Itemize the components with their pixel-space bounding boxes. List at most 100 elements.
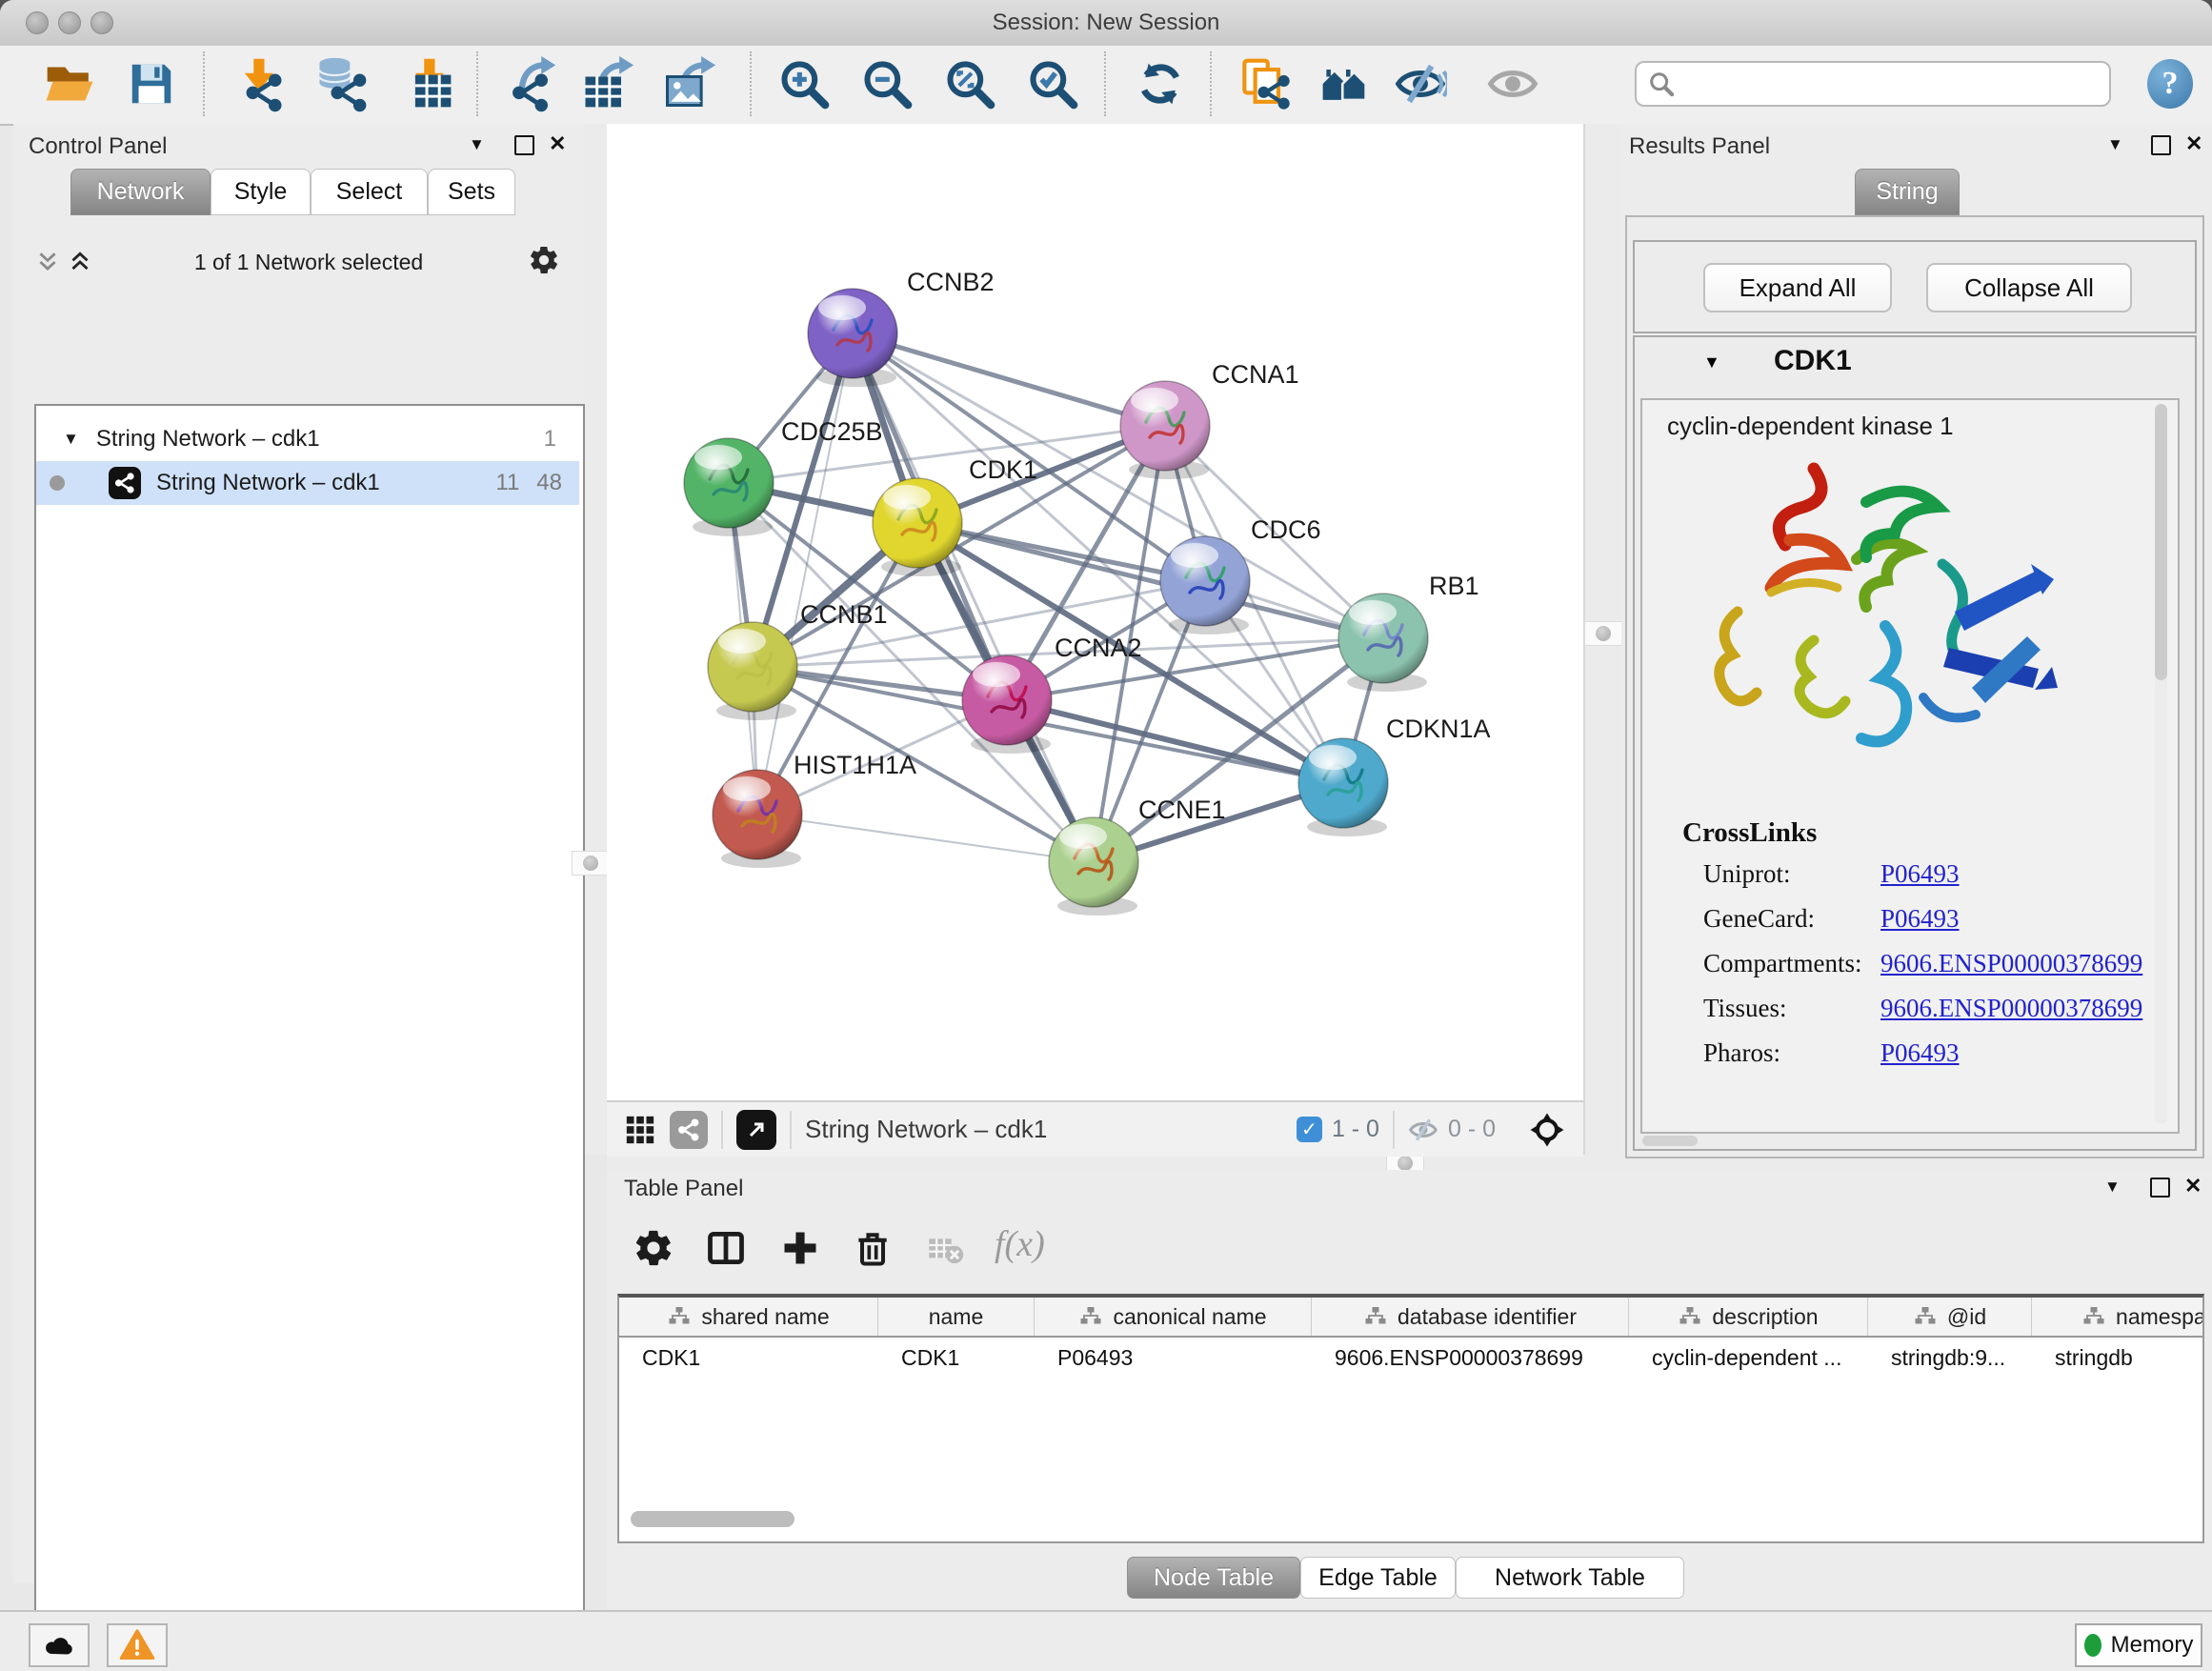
expand-all-button[interactable]: Expand All bbox=[1703, 263, 1892, 312]
scrollbar-thumb[interactable] bbox=[2155, 404, 2167, 680]
column-header-description[interactable]: description bbox=[1629, 1298, 1868, 1336]
network-node-CCNB1[interactable] bbox=[708, 622, 797, 720]
table-cell[interactable]: P06493 bbox=[1035, 1338, 1312, 1378]
zoom-out-button[interactable] bbox=[856, 53, 917, 114]
table-cell[interactable]: 9606.ENSP00000378699 bbox=[1312, 1338, 1629, 1378]
tab-network[interactable]: Network bbox=[70, 169, 211, 215]
table-panel-menu-icon[interactable]: ▼ bbox=[2104, 1178, 2121, 1197]
table-cell[interactable]: CDK1 bbox=[878, 1338, 1035, 1378]
network-badge-icon[interactable] bbox=[670, 1111, 708, 1149]
open-session-button[interactable] bbox=[39, 53, 100, 114]
table-cell[interactable]: cyclin-dependent ... bbox=[1629, 1338, 1868, 1378]
results-horizontal-scrollbar-thumb[interactable] bbox=[1642, 1136, 1698, 1146]
left-splitter-handle[interactable] bbox=[572, 851, 610, 876]
table-cell[interactable]: CDK1 bbox=[619, 1338, 878, 1378]
zoom-fit-button[interactable] bbox=[939, 53, 1000, 114]
import-network-file-button[interactable] bbox=[227, 53, 288, 114]
network-node-RB1[interactable] bbox=[1338, 594, 1428, 692]
control-panel-menu-icon[interactable]: ▼ bbox=[469, 135, 485, 154]
hide-selected-button[interactable] bbox=[1390, 53, 1451, 114]
warnings-button[interactable] bbox=[107, 1623, 168, 1667]
network-edge-CCNB2-CCNE1[interactable] bbox=[853, 333, 1094, 862]
birdseye-crosshair-icon[interactable] bbox=[1528, 1111, 1566, 1149]
network-edge-CCNB2-HIST1H1A[interactable] bbox=[757, 333, 853, 815]
zoom-in-button[interactable] bbox=[774, 53, 835, 114]
expand-all-chevrons-icon[interactable] bbox=[67, 250, 93, 274]
duplicate-network-button[interactable] bbox=[1234, 53, 1295, 114]
column-header-namespace[interactable]: namespace bbox=[2032, 1298, 2204, 1336]
collapse-all-button[interactable]: Collapse All bbox=[1926, 263, 2132, 312]
network-canvas[interactable]: CCNB2CCNA1CDC25BCDK1CDC6RB1CCNB1CCNA2CDK… bbox=[607, 124, 1583, 1100]
network-edge-CCNB2-CCNA1[interactable] bbox=[853, 333, 1165, 426]
crosslink-link[interactable]: P06493 bbox=[1880, 1038, 1960, 1068]
tab-select[interactable]: Select bbox=[311, 169, 428, 215]
network-options-gear-icon[interactable] bbox=[528, 244, 560, 276]
function-builder-icon[interactable]: f(x) bbox=[995, 1223, 1045, 1265]
network-node-CDK1[interactable] bbox=[873, 478, 962, 576]
table-row[interactable]: CDK1CDK1P064939606.ENSP00000378699cyclin… bbox=[619, 1338, 2202, 1378]
network-view[interactable]: CCNB2CCNA1CDC25BCDK1CDC6RB1CCNB1CCNA2CDK… bbox=[607, 124, 1583, 1100]
delete-table-icon[interactable] bbox=[926, 1231, 964, 1269]
collection-expand-triangle-icon[interactable]: ▼ bbox=[63, 430, 79, 449]
column-header-shared-name[interactable]: shared name bbox=[619, 1298, 878, 1336]
results-tab-string[interactable]: String bbox=[1855, 169, 1960, 215]
network-node-CDC6[interactable] bbox=[1160, 536, 1250, 634]
gene-collapse-triangle-icon[interactable]: ▼ bbox=[1703, 352, 1720, 372]
tab-network-table[interactable]: Network Table bbox=[1456, 1557, 1684, 1599]
collapse-all-chevrons-icon[interactable] bbox=[34, 250, 61, 274]
zoom-selected-button[interactable] bbox=[1022, 53, 1083, 114]
export-table-button[interactable] bbox=[576, 53, 637, 114]
network-node-HIST1H1A[interactable] bbox=[713, 770, 802, 868]
right-splitter-handle[interactable] bbox=[1584, 621, 1622, 646]
table-cell[interactable]: stringdb bbox=[2032, 1338, 2204, 1378]
control-panel-float-icon[interactable] bbox=[514, 135, 534, 155]
table-options-gear-icon[interactable] bbox=[633, 1227, 674, 1269]
add-column-plus-icon[interactable] bbox=[779, 1227, 821, 1269]
table-panel-close-icon[interactable]: ✕ bbox=[2184, 1174, 2202, 1198]
search-input[interactable] bbox=[1635, 61, 2111, 107]
column-header-name[interactable]: name bbox=[878, 1298, 1035, 1336]
control-panel-close-icon[interactable]: ✕ bbox=[549, 131, 566, 156]
selected-checkbox-icon[interactable]: ✓ bbox=[1297, 1117, 1322, 1142]
network-node-CCNE1[interactable] bbox=[1049, 817, 1138, 916]
network-node-CCNA1[interactable] bbox=[1120, 381, 1210, 479]
column-header-canonical-name[interactable]: canonical name bbox=[1035, 1298, 1312, 1336]
node-table[interactable]: shared namenamecanonical namedatabase id… bbox=[617, 1294, 2204, 1543]
crosslink-link[interactable]: 9606.ENSP00000378699 bbox=[1880, 994, 2142, 1023]
show-columns-icon[interactable] bbox=[705, 1227, 747, 1269]
show-all-button[interactable] bbox=[1482, 53, 1543, 114]
tab-style[interactable]: Style bbox=[211, 169, 311, 215]
column-header-id[interactable]: @id bbox=[1868, 1298, 2032, 1336]
import-table-file-button[interactable] bbox=[397, 53, 458, 114]
memory-button[interactable]: Memory bbox=[2075, 1623, 2202, 1667]
column-header-database-identifier[interactable]: database identifier bbox=[1312, 1298, 1629, 1336]
export-image-button[interactable] bbox=[658, 53, 719, 114]
grid-view-icon[interactable] bbox=[624, 1114, 656, 1146]
tab-sets[interactable]: Sets bbox=[428, 169, 515, 215]
delete-column-trash-icon[interactable] bbox=[852, 1227, 894, 1269]
network-edge-HIST1H1A-CCNE1[interactable] bbox=[757, 815, 1094, 862]
crosslink-link[interactable]: P06493 bbox=[1880, 859, 1960, 889]
tab-node-table[interactable]: Node Table bbox=[1127, 1557, 1300, 1599]
network-node-CDC25B[interactable] bbox=[684, 438, 774, 536]
export-network-button[interactable] bbox=[500, 53, 561, 114]
help-button[interactable]: ? bbox=[2147, 59, 2193, 109]
detach-view-icon[interactable] bbox=[736, 1110, 776, 1150]
table-panel-float-icon[interactable] bbox=[2150, 1178, 2170, 1198]
results-panel-float-icon[interactable] bbox=[2151, 135, 2171, 155]
tab-edge-table[interactable]: Edge Table bbox=[1300, 1557, 1456, 1599]
crosslink-link[interactable]: P06493 bbox=[1880, 904, 1960, 934]
import-network-database-button[interactable] bbox=[310, 53, 371, 114]
crosslink-link[interactable]: 9606.ENSP00000378699 bbox=[1880, 949, 2142, 978]
network-node-CDKN1A[interactable] bbox=[1298, 738, 1388, 836]
results-vertical-scrollbar[interactable] bbox=[2155, 404, 2167, 1124]
refresh-view-button[interactable] bbox=[1130, 53, 1191, 114]
table-horizontal-scrollbar-thumb[interactable] bbox=[631, 1511, 794, 1527]
cloud-tasks-button[interactable] bbox=[29, 1623, 90, 1667]
results-panel-menu-icon[interactable]: ▼ bbox=[2107, 135, 2123, 154]
table-cell[interactable]: stringdb:9... bbox=[1868, 1338, 2032, 1378]
vertical-splitter-left[interactable] bbox=[585, 124, 607, 1155]
network-edge-CCNA2-CDKN1A[interactable] bbox=[1007, 700, 1343, 783]
results-panel-close-icon[interactable]: ✕ bbox=[2185, 131, 2202, 156]
network-collection-row[interactable]: ▼ String Network – cdk1 1 bbox=[36, 417, 579, 461]
